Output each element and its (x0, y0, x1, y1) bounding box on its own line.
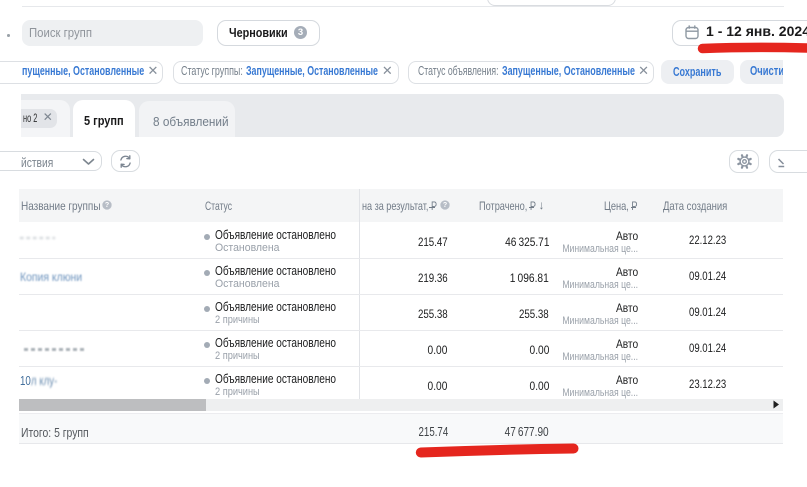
svg-text:?: ? (443, 201, 447, 209)
svg-text:?: ? (105, 201, 109, 209)
